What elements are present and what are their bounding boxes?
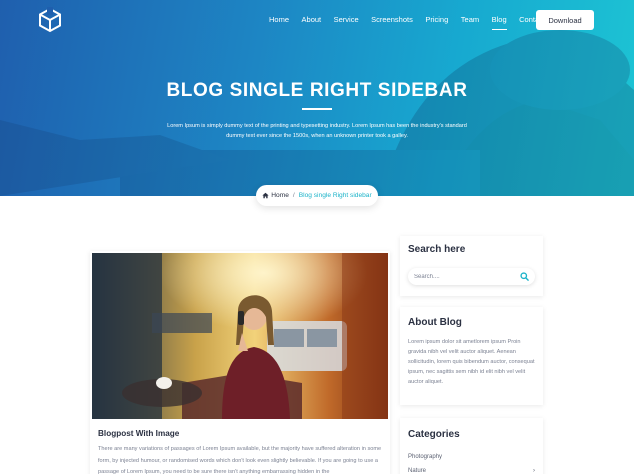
- title-divider: [302, 108, 332, 110]
- nav-team[interactable]: Team: [461, 14, 479, 26]
- main-nav: Home About Service Screenshots Pricing T…: [269, 14, 558, 30]
- category-label: Nature: [408, 468, 427, 474]
- breadcrumb-home-label: Home: [271, 192, 289, 199]
- post-image[interactable]: [92, 253, 388, 419]
- post-excerpt: There are many variations of passages of…: [98, 446, 382, 474]
- breadcrumb-separator: /: [292, 192, 295, 199]
- categories-widget-title: Categories: [408, 429, 460, 440]
- nav-screenshots[interactable]: Screenshots: [371, 14, 413, 26]
- search-widget: Search here: [400, 236, 543, 296]
- breadcrumb-current: Blog single Right sidebar: [298, 192, 372, 199]
- category-label: Photography: [408, 454, 443, 460]
- search-input[interactable]: [414, 270, 514, 283]
- categories-widget: Categories Photography Nature ›: [400, 418, 543, 474]
- category-item-nature[interactable]: Nature ›: [408, 468, 535, 474]
- blog-post-card: Blogpost With Image There are many varia…: [90, 251, 390, 474]
- about-widget: About Blog Lorem ipsum dolor sit ametlor…: [400, 307, 543, 405]
- hero-subtitle: Lorem Ipsum is simply dummy text of the …: [167, 123, 467, 139]
- category-item-photography[interactable]: Photography: [408, 454, 535, 460]
- page-title: BLOG SINGLE RIGHT SIDEBAR: [166, 80, 468, 101]
- nav-about[interactable]: About: [302, 14, 322, 26]
- hero-banner: Home About Service Screenshots Pricing T…: [0, 0, 634, 196]
- about-widget-title: About Blog: [408, 317, 462, 328]
- nav-service[interactable]: Service: [334, 14, 359, 26]
- about-text: Lorem ipsum dolor sit ametlorem ipsum Pr…: [408, 339, 535, 385]
- home-icon: [262, 192, 269, 199]
- nav-pricing[interactable]: Pricing: [425, 14, 448, 26]
- chevron-right-icon: ›: [533, 468, 535, 474]
- nav-blog[interactable]: Blog: [491, 14, 507, 30]
- search-icon[interactable]: [520, 272, 529, 281]
- post-title[interactable]: Blogpost With Image: [98, 429, 179, 438]
- download-button[interactable]: Download: [536, 10, 594, 30]
- nav-home[interactable]: Home: [269, 14, 289, 26]
- breadcrumb-home[interactable]: Home: [262, 192, 289, 199]
- search-widget-title: Search here: [408, 244, 466, 255]
- search-box: [408, 268, 535, 285]
- logo-cube-icon[interactable]: [38, 7, 62, 33]
- breadcrumb: Home / Blog single Right sidebar: [256, 185, 378, 206]
